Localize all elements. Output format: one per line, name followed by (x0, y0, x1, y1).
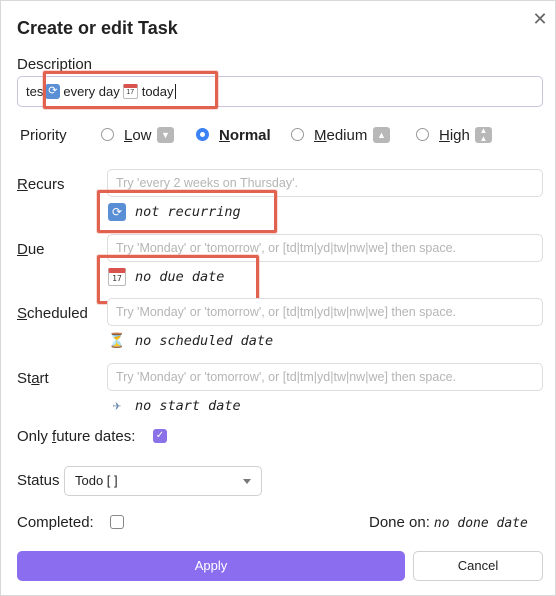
text-caret (174, 84, 176, 99)
due-label: Due (17, 241, 45, 258)
priority-medium-label[interactable]: Medium (314, 127, 367, 144)
future-dates-checkbox[interactable]: ✓ (153, 429, 167, 443)
calendar-icon: 17 (122, 84, 138, 99)
recurring-icon: ⟳ (45, 84, 61, 99)
recurs-label: Recurs (17, 176, 65, 193)
priority-high-label[interactable]: High (439, 127, 470, 144)
status-select[interactable]: Todo [ ] (64, 466, 262, 496)
recurs-hint: ⟳ not recurring (108, 203, 241, 221)
completed-checkbox[interactable] (110, 515, 124, 529)
priority-normal-label[interactable]: Normal (219, 127, 271, 144)
calendar-icon: 17 (108, 268, 126, 286)
dialog-title: Create or edit Task (17, 18, 178, 38)
description-text-due: today (141, 84, 174, 99)
done-on: Done on: no done date (369, 514, 528, 531)
done-on-value: no done date (433, 516, 528, 531)
done-on-label: Done on: (369, 514, 430, 531)
medium-priority-icon: ▲ (373, 127, 390, 143)
task-dialog: Create or edit Task ✕ Description tes ⟳ … (0, 0, 556, 596)
start-hint: ✈ no start date (108, 397, 241, 415)
status-label: Status (17, 472, 60, 489)
chevron-down-icon (243, 479, 251, 484)
status-select-value: Todo [ ] (75, 473, 118, 488)
scheduled-input[interactable]: Try 'Monday' or 'tomorrow', or [td|tm|yd… (107, 298, 543, 326)
priority-label: Priority (20, 127, 67, 144)
priority-low-radio[interactable] (101, 128, 114, 141)
future-dates-label: Only future dates: (17, 428, 136, 445)
high-priority-icon: ▲ ▲ (475, 127, 492, 143)
close-icon[interactable]: ✕ (531, 10, 549, 28)
recurs-input[interactable]: Try 'every 2 weeks on Thursday'. (107, 169, 543, 197)
description-input[interactable]: tes ⟳ every day 17 today (17, 76, 543, 107)
start-input[interactable]: Try 'Monday' or 'tomorrow', or [td|tm|yd… (107, 363, 543, 391)
airplane-departure-icon: ✈ (112, 398, 122, 414)
description-label: Description (17, 56, 93, 73)
recurring-icon: ⟳ (108, 203, 126, 221)
priority-normal-radio[interactable] (196, 128, 209, 141)
scheduled-label: Scheduled (17, 305, 88, 322)
scheduled-hint: ⏳ no scheduled date (108, 333, 274, 349)
low-priority-icon: ▼ (157, 127, 174, 143)
completed-label: Completed: (17, 514, 94, 531)
start-label: Start (17, 370, 49, 387)
due-hint: 17 no due date (108, 268, 224, 286)
priority-high-radio[interactable] (416, 128, 429, 141)
description-text-prefix: tes (26, 84, 44, 99)
due-input[interactable]: Try 'Monday' or 'tomorrow', or [td|tm|yd… (107, 234, 543, 262)
hourglass-icon: ⏳ (108, 333, 126, 349)
apply-button[interactable]: Apply (17, 551, 405, 581)
cancel-button[interactable]: Cancel (413, 551, 543, 581)
priority-medium-radio[interactable] (291, 128, 304, 141)
priority-low-label[interactable]: Low (124, 127, 152, 144)
description-text-recur: every day (63, 84, 120, 99)
